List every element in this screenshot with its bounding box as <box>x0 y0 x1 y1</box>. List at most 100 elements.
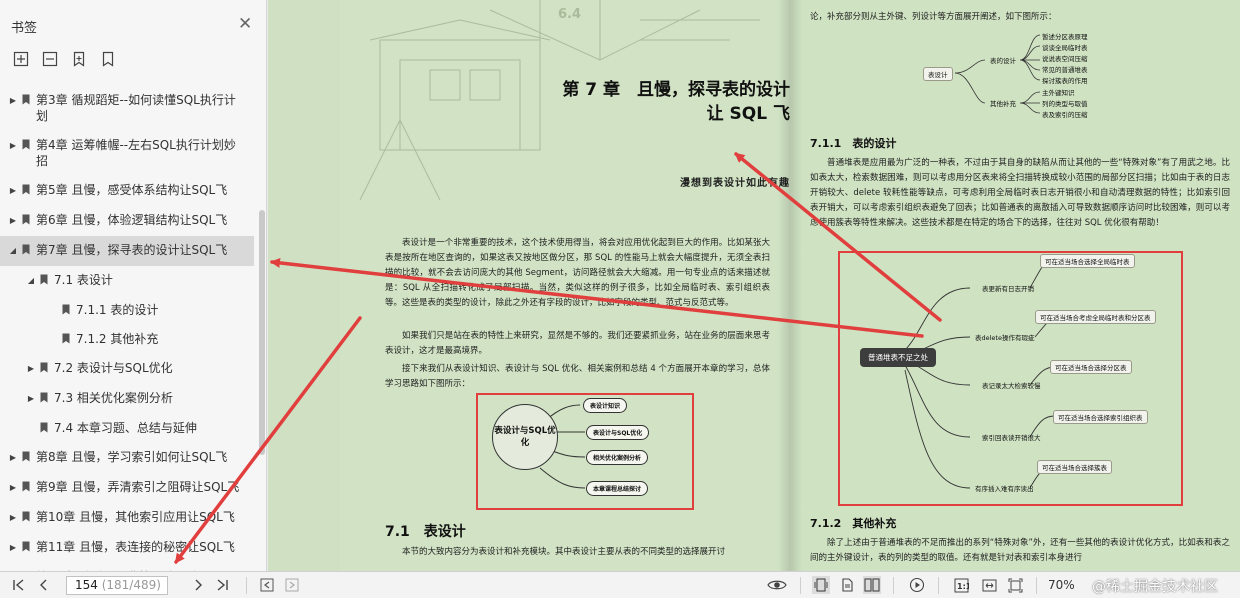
mindmap-3-center: 普通堆表不足之处 <box>860 348 936 367</box>
add-bookmark-icon[interactable] <box>70 50 87 67</box>
expand-arrow-icon[interactable]: ▶ <box>26 361 36 377</box>
bookmark-item[interactable]: ▶ 7.2 表设计与SQL优化 <box>0 354 254 384</box>
bookmark-item-icon <box>18 479 36 492</box>
bookmark-item-label: 7.4 本章习题、总结与延伸 <box>54 421 197 435</box>
bookmark-item[interactable]: 7.1.1 表的设计 <box>0 296 254 325</box>
bookmark-item[interactable]: 7.1.2 其他补充 <box>0 325 254 354</box>
expand-arrow-icon[interactable]: ▶ <box>8 213 18 229</box>
toolbar-separator <box>1036 577 1037 594</box>
toolbar-separator <box>246 577 247 594</box>
bookmark-item-icon <box>18 449 36 462</box>
double-page-view-icon[interactable] <box>863 576 881 594</box>
bookmark-item-label: 第8章 且慢，学习索引如何让SQL飞 <box>36 450 228 464</box>
bookmark-item-icon <box>58 331 76 344</box>
bookmark-item[interactable]: ▶ 第5章 且慢，感受体系结构让SQL飞 <box>0 176 254 206</box>
expand-arrow-icon[interactable]: ▶ <box>8 540 18 556</box>
mindmap-3-box: 可在适当场合选择索引组织表 <box>1053 410 1148 424</box>
back-icon[interactable] <box>258 576 276 594</box>
actual-size-icon[interactable]: 1:1 <box>952 576 970 594</box>
mindmap-3-node: 表delete操作有瑕疵 <box>975 334 1035 342</box>
eye-care-icon[interactable] <box>766 576 788 594</box>
bookmark-item[interactable]: ▶ 第6章 且慢，体验逻辑结构让SQL飞 <box>0 206 254 236</box>
document-view: 6.4 第 7 章 且慢，探寻表的设计 让 SQL 飞 漫想到表设计如此有趣 表… <box>268 0 1240 571</box>
sidebar-scrollbar-thumb[interactable] <box>259 210 265 455</box>
bookmark-item-label: 7.1.2 其他补充 <box>76 332 159 346</box>
bookmark-item-label: 第6章 且慢，体验逻辑结构让SQL飞 <box>36 213 228 227</box>
watermark: @稀土掘金技术社区 <box>1092 579 1218 595</box>
bookmark-item[interactable]: ▶ 7.3 相关优化案例分析 <box>0 384 254 414</box>
expand-all-icon[interactable] <box>12 50 29 67</box>
bookmark-item-icon <box>58 302 76 315</box>
bookmark-item-label: 第9章 且慢，弄清索引之阻碍让SQL飞 <box>36 480 240 494</box>
zoom-level[interactable]: 70% <box>1048 578 1075 592</box>
bookmark-item[interactable]: ◢ 7.1 表设计 <box>0 266 254 296</box>
mindmap-3-node: 有序插入难有序读出 <box>975 485 1034 493</box>
collapse-all-icon[interactable] <box>41 50 58 67</box>
bookmark-item-icon <box>18 539 36 552</box>
collapse-arrow-icon[interactable]: ◢ <box>26 273 36 289</box>
toolbar-separator <box>800 577 801 594</box>
play-icon[interactable] <box>908 576 926 594</box>
continuous-view-icon[interactable] <box>838 576 856 594</box>
bookmark-item-label: 第5章 且慢，感受体系结构让SQL飞 <box>36 183 228 197</box>
right-paragraph-2: 除了上述由于普通堆表的不足而推出的系列“特殊对象”外，还有一些其他的表设计优化方… <box>810 538 1230 563</box>
bottom-toolbar: 154 (181/489) 1:1 70% @稀土掘金技术社区 <box>0 571 1240 598</box>
mindmap-1-branch: 本章课程总结探讨 <box>586 481 649 496</box>
bookmark-item-label: 7.2 表设计与SQL优化 <box>54 361 173 375</box>
forward-icon[interactable] <box>283 576 301 594</box>
mindmap-3-node: 表记录太大检索较慢 <box>982 382 1041 390</box>
bookmark-panel-title: 书签 <box>11 21 38 36</box>
expand-arrow-icon[interactable]: ▶ <box>26 391 36 407</box>
bookmark-item-icon <box>36 420 54 433</box>
bookmark-item[interactable]: ▶ 第9章 且慢，弄清索引之阻碍让SQL飞 <box>0 473 254 503</box>
left-paragraph-4: 本节的大致内容分为表设计和补充模块。其中表设计主要从表的不同类型的选择展开讨 <box>402 547 726 557</box>
bookmark-item[interactable]: 7.4 本章习题、总结与延伸 <box>0 414 254 443</box>
bookmark-item-icon <box>36 390 54 403</box>
bookmark-panel: 书签 ✕ ▶ 第3章 循规蹈矩--如何读懂SQL执行计划 ▶ 第4章 运筹帷幄--左右… <box>0 0 267 571</box>
bookmark-item[interactable]: ▶ 第8章 且慢，学习索引如何让SQL飞 <box>0 443 254 473</box>
expand-arrow-icon[interactable]: ▶ <box>8 480 18 496</box>
bookmark-item[interactable]: ◢ 第7章 且慢，探寻表的设计让SQL飞 <box>0 236 254 266</box>
bookmark-item[interactable]: ▶ 第4章 运筹帷幄--左右SQL执行计划妙招 <box>0 131 254 176</box>
mindmap-3-box: 可在适当场合选择分区表 <box>1050 360 1132 374</box>
collapse-arrow-icon[interactable]: ◢ <box>8 243 18 259</box>
close-icon[interactable]: ✕ <box>238 14 252 34</box>
bookmark-item-icon <box>36 360 54 373</box>
mindmap-1-branch: 表设计与SQL优化 <box>586 425 650 440</box>
bookmark-item-icon <box>18 212 36 225</box>
section-heading-7-1: 7.1 表设计 <box>385 524 466 540</box>
expand-arrow-icon[interactable]: ▶ <box>8 450 18 466</box>
pdf-reader-window: 书签 ✕ ▶ 第3章 循规蹈矩--如何读懂SQL执行计划 ▶ 第4章 运筹帷幄--左右… <box>0 0 1240 598</box>
bookmark-item-label: 第7章 且慢，探寻表的设计让SQL飞 <box>36 243 228 257</box>
bookmark-item-icon <box>18 92 36 105</box>
bookmark-tree: ▶ 第3章 循规蹈矩--如何读懂SQL执行计划 ▶ 第4章 运筹帷幄--左右SQL执行… <box>0 86 258 571</box>
bookmark-item-icon <box>18 182 36 195</box>
bookmark-item[interactable]: ▶第12章 动手，经典等价改写让SQL飞 <box>0 563 254 571</box>
bookmark-item-label: 第3章 循规蹈矩--如何读懂SQL执行计划 <box>36 93 236 123</box>
expand-arrow-icon[interactable]: ▶ <box>8 183 18 199</box>
bookmark-icon[interactable] <box>99 50 116 67</box>
bookmark-item-label: 第10章 且慢，其他索引应用让SQL飞 <box>36 510 235 524</box>
fit-width-icon[interactable] <box>980 576 998 594</box>
next-page-icon[interactable] <box>189 576 207 594</box>
bookmark-toolbar <box>12 50 116 67</box>
expand-arrow-icon[interactable]: ▶ <box>8 138 18 154</box>
mindmap-3-box: 可在适当场合选择全局临时表 <box>1040 254 1135 268</box>
page-current: 154 <box>75 578 98 592</box>
bookmark-item[interactable]: ▶ 第10章 且慢，其他索引应用让SQL飞 <box>0 503 254 533</box>
bookmark-item-label: 7.1 表设计 <box>54 273 113 287</box>
expand-arrow-icon[interactable]: ▶ <box>8 510 18 526</box>
bookmark-item[interactable]: ▶ 第3章 循规蹈矩--如何读懂SQL执行计划 <box>0 86 254 131</box>
page-total: (181/489) <box>97 578 161 592</box>
expand-arrow-icon[interactable]: ▶ <box>8 93 18 109</box>
section-heading-7-1-2: 7.1.2 其他补充 <box>810 517 897 530</box>
last-page-icon[interactable] <box>213 576 231 594</box>
first-page-icon[interactable] <box>10 576 28 594</box>
page-number-input[interactable]: 154 (181/489) <box>66 576 168 595</box>
single-page-view-icon[interactable] <box>812 576 830 594</box>
mindmap-3-node: 索引回表读开销很大 <box>982 434 1041 442</box>
fit-page-icon[interactable] <box>1006 576 1024 594</box>
mindmap-3-node: 表更新有日志开销 <box>982 285 1034 293</box>
bookmark-item[interactable]: ▶ 第11章 且慢，表连接的秘密让SQL飞 <box>0 533 254 563</box>
prev-page-icon[interactable] <box>35 576 53 594</box>
